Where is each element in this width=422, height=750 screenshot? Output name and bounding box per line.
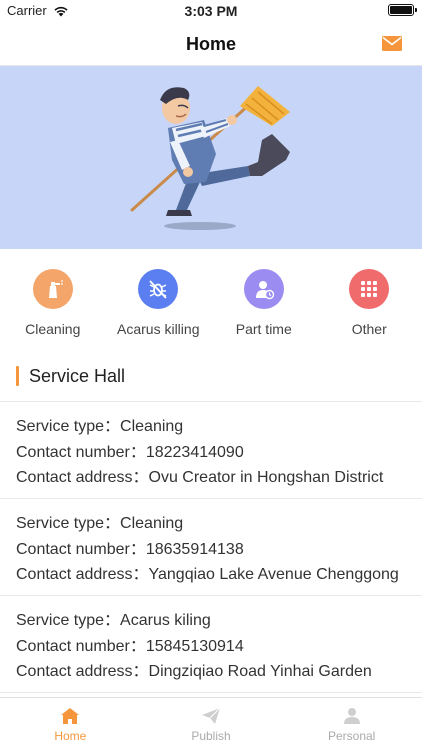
category-label: Part time bbox=[235, 321, 292, 337]
spray-bottle-icon bbox=[32, 269, 73, 309]
cleaning-man-illustration bbox=[130, 86, 290, 230]
section-header: Service Hall bbox=[16, 361, 125, 391]
contact-address: Contact address：Dingziqiao Road Yinhai G… bbox=[16, 663, 372, 680]
category-acarus-killing[interactable]: Acarus killing bbox=[106, 249, 212, 346]
category-row: Cleaning Acarus killing Part time Other bbox=[0, 249, 422, 346]
status-time: 3:03 PM bbox=[184, 3, 238, 19]
service-list: Service type：Cleaning Contact number：182… bbox=[0, 401, 422, 693]
category-part-time[interactable]: Part time bbox=[211, 249, 317, 346]
tab-label: Home bbox=[54, 729, 87, 743]
no-bug-icon bbox=[138, 269, 179, 309]
section-title: Service Hall bbox=[29, 365, 126, 386]
tab-label: Personal bbox=[327, 729, 376, 743]
tab-label: Publish bbox=[191, 729, 231, 743]
category-cleaning[interactable]: Cleaning bbox=[0, 249, 106, 346]
service-type: Service type：Cleaning bbox=[16, 418, 184, 435]
worker-clock-icon bbox=[243, 269, 284, 309]
category-label: Cleaning bbox=[25, 321, 81, 337]
battery-icon bbox=[388, 4, 417, 16]
service-item[interactable]: Service type：Acarus kiling Contact numbe… bbox=[0, 596, 422, 693]
person-icon bbox=[343, 708, 360, 724]
tab-personal[interactable]: Personal bbox=[281, 698, 422, 750]
section-accent-bar bbox=[16, 366, 19, 386]
contact-number: Contact number：18223414090 bbox=[16, 443, 244, 461]
category-other[interactable]: Other bbox=[317, 249, 422, 346]
contact-number: Contact number：15845130914 bbox=[16, 637, 244, 655]
contact-number: Contact number：18635914138 bbox=[16, 540, 244, 558]
paper-plane-icon bbox=[202, 707, 221, 724]
banner[interactable] bbox=[0, 66, 422, 249]
page-title: Home bbox=[185, 34, 236, 54]
home-icon bbox=[61, 708, 80, 724]
tab-bar: Home Publish Personal bbox=[0, 697, 422, 750]
contact-address: Contact address：Ovu Creator in Hongshan … bbox=[16, 469, 384, 486]
tab-home[interactable]: Home bbox=[0, 698, 141, 750]
service-type: Service type：Acarus kiling bbox=[16, 612, 211, 629]
tab-publish[interactable]: Publish bbox=[141, 698, 282, 750]
nav-bar: Home bbox=[0, 22, 422, 66]
service-type: Service type：Cleaning bbox=[16, 515, 184, 532]
service-item[interactable]: Service type：Cleaning Contact number：182… bbox=[0, 402, 422, 499]
contact-address: Contact address：Yangqiao Lake Avenue Che… bbox=[16, 566, 399, 583]
service-item[interactable]: Service type：Cleaning Contact number：186… bbox=[0, 499, 422, 596]
status-bar: Carrier 3:03 PM bbox=[0, 0, 422, 22]
category-label: Acarus killing bbox=[117, 321, 200, 337]
grid-dots-icon bbox=[349, 269, 390, 309]
category-label: Other bbox=[351, 321, 387, 337]
mail-icon[interactable] bbox=[382, 36, 402, 51]
